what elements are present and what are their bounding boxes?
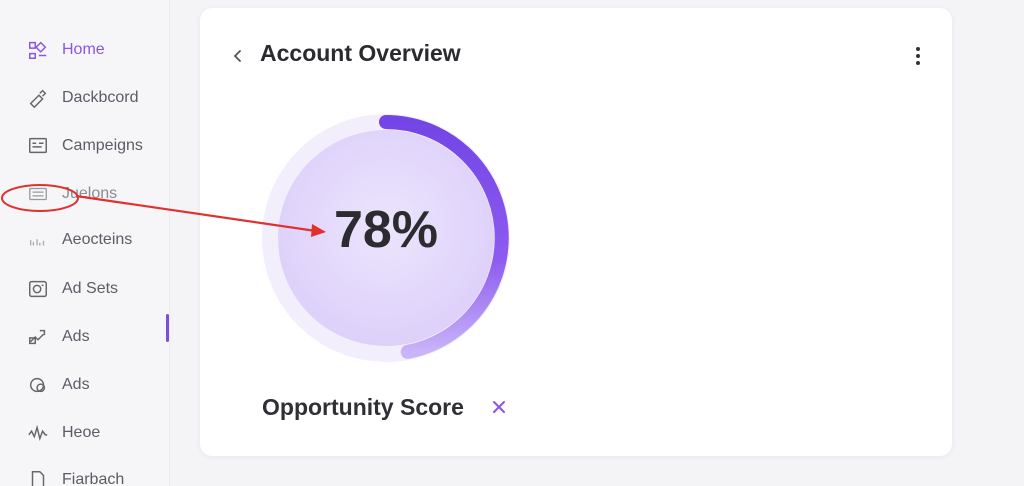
sidebar-item-fiarbach[interactable]: Fiarbach — [26, 466, 124, 486]
sidebar-item-label: Ads — [62, 376, 90, 393]
sidebar-item-heoe[interactable]: Heoe — [26, 419, 100, 447]
sidebar-item-home[interactable]: Home — [26, 36, 105, 64]
sidebar-item-campaigns[interactable]: Campeigns — [26, 132, 143, 160]
ads-icon — [26, 325, 50, 349]
close-icon — [493, 401, 505, 413]
sidebar-item-audiences[interactable]: Aeocteins — [26, 226, 132, 254]
sidebar-item-ads-2[interactable]: Ads — [26, 371, 90, 399]
app-window: Home Dackbcord Campeigns Juelons Aeoctei… — [0, 0, 1024, 486]
kebab-dot — [916, 47, 920, 51]
sidebar-item-label: Heoe — [62, 424, 101, 441]
kebab-dot — [916, 61, 920, 65]
sidebar-item-label: Campeigns — [62, 137, 143, 154]
dashboard-icon — [26, 86, 50, 110]
sidebar-item-label: Dackbcord — [62, 89, 139, 106]
sidebar-item-ad-sets[interactable]: Ad Sets — [26, 275, 118, 303]
sidebar-item-label: Juelons — [62, 185, 118, 202]
opportunity-score-label: Opportunity Score — [262, 394, 464, 420]
pulse-icon — [26, 421, 50, 445]
kebab-dot — [916, 54, 920, 58]
more-options-button[interactable] — [910, 44, 926, 68]
ads-alt-icon — [26, 373, 50, 397]
chevron-left-icon — [233, 50, 241, 62]
sidebar-item-juelons[interactable]: Juelons — [26, 180, 117, 208]
dismiss-score-button[interactable] — [488, 396, 510, 418]
juelons-icon — [26, 182, 50, 206]
sidebar: Home Dackbcord Campeigns Juelons Aeoctei… — [0, 0, 170, 486]
active-indicator — [166, 314, 169, 342]
audiences-icon — [26, 228, 50, 252]
sidebar-item-ads[interactable]: Ads — [26, 323, 90, 351]
gauge-value: 78% — [333, 201, 439, 259]
back-button[interactable] — [230, 46, 246, 66]
document-icon — [26, 468, 50, 486]
page-title: Account Overview — [260, 40, 461, 66]
sidebar-item-label: Home — [62, 41, 105, 58]
sidebar-item-label: Ad Sets — [62, 280, 119, 297]
sidebar-item-label: Aeocteins — [62, 231, 133, 248]
campaigns-icon — [26, 134, 50, 158]
sidebar-item-label: Fiarbach — [62, 471, 125, 486]
sidebar-item-label: Ads — [62, 328, 90, 345]
home-icon — [26, 38, 50, 62]
ad-sets-icon — [26, 277, 50, 301]
sidebar-item-dashboard[interactable]: Dackbcord — [26, 84, 138, 112]
account-overview-card: Account Overview 78% Opportunity Score — [200, 8, 952, 456]
